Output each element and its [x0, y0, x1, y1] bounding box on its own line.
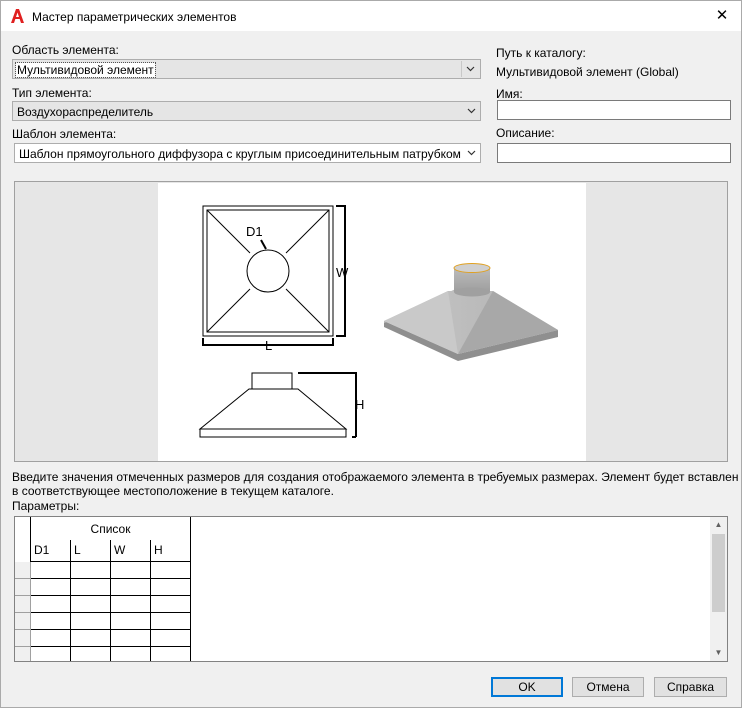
chevron-down-icon: [467, 150, 476, 156]
name-input[interactable]: [497, 100, 731, 120]
params-grid[interactable]: Список D1 L W H ▲ ▼: [14, 516, 728, 662]
grid-row-header[interactable]: [15, 630, 31, 647]
grid-cell[interactable]: [111, 596, 151, 613]
chevron-down-icon: [467, 108, 476, 114]
grid-cell[interactable]: [111, 562, 151, 579]
grid-cell[interactable]: [71, 562, 111, 579]
dialog-window: Мастер параметрических элементов ✕ Облас…: [0, 0, 742, 708]
grid-cell[interactable]: [151, 579, 191, 596]
grid-cell[interactable]: [31, 630, 71, 647]
grid-column-header[interactable]: H: [151, 540, 191, 562]
cancel-button[interactable]: Отмена: [572, 677, 644, 697]
catalog-path-value: Мультивидовой элемент (Global): [496, 65, 679, 79]
grid-row-header[interactable]: [15, 613, 31, 630]
grid-cell[interactable]: [111, 613, 151, 630]
ok-button[interactable]: OK: [491, 677, 563, 697]
instructions-line2: в соответствующее местоположение в текущ…: [12, 484, 334, 498]
template-select[interactable]: Шаблон прямоугольного диффузора с круглы…: [14, 143, 481, 163]
grid-cell[interactable]: [71, 647, 111, 661]
instructions-line1: Введите значения отмеченных размеров для…: [12, 470, 739, 484]
grid-cell[interactable]: [151, 647, 191, 661]
scroll-down-icon[interactable]: ▼: [710, 645, 727, 661]
close-icon[interactable]: ✕: [709, 5, 735, 27]
grid-cell[interactable]: [31, 562, 71, 579]
grid-cell[interactable]: [111, 579, 151, 596]
grid-cell[interactable]: [151, 562, 191, 579]
type-select-value: Воздухораспределитель: [17, 105, 154, 119]
help-button[interactable]: Справка: [654, 677, 727, 697]
diffuser-drawing: D1 W L H: [198, 205, 558, 438]
grid-row-header[interactable]: [15, 647, 31, 661]
autocad-a-icon: [11, 9, 24, 23]
vertical-scrollbar[interactable]: ▲ ▼: [710, 517, 727, 661]
params-label: Параметры:: [12, 499, 80, 513]
diffuser-3d-view: [384, 263, 558, 361]
grid-cell[interactable]: [111, 647, 151, 661]
scroll-up-icon[interactable]: ▲: [710, 517, 727, 533]
area-label: Область элемента:: [12, 43, 119, 57]
area-select-value: Мультивидовой элемент: [15, 62, 156, 78]
dim-w-label: W: [336, 265, 349, 280]
grid-cell[interactable]: [31, 579, 71, 596]
description-input[interactable]: [497, 143, 731, 163]
grid-column-header[interactable]: L: [71, 540, 111, 562]
grid-cell[interactable]: [111, 630, 151, 647]
name-label: Имя:: [496, 87, 523, 101]
window-title: Мастер параметрических элементов: [32, 10, 237, 24]
dim-d1-label: D1: [246, 224, 263, 239]
grid-corner: [15, 517, 31, 562]
type-select[interactable]: Воздухораспределитель: [12, 101, 481, 121]
grid-row-header[interactable]: [15, 596, 31, 613]
area-select[interactable]: Мультивидовой элемент: [12, 59, 481, 79]
grid-cell[interactable]: [31, 647, 71, 661]
catalog-path-label: Путь к каталогу:: [496, 46, 586, 60]
preview-panel: D1 W L H: [14, 181, 728, 462]
grid-cell[interactable]: [151, 630, 191, 647]
chevron-down-icon: [461, 61, 475, 77]
preview-image: D1 W L H: [158, 183, 586, 461]
grid-column-header[interactable]: D1: [31, 540, 71, 562]
grid-cell[interactable]: [71, 613, 111, 630]
type-label: Тип элемента:: [12, 86, 92, 100]
grid-row-header[interactable]: [15, 579, 31, 596]
scroll-thumb[interactable]: [712, 534, 725, 612]
title-bar: Мастер параметрических элементов ✕: [1, 1, 741, 31]
grid-row-header[interactable]: [15, 562, 31, 579]
dim-l-label: L: [265, 338, 272, 353]
grid-cell[interactable]: [151, 613, 191, 630]
grid-cell[interactable]: [31, 613, 71, 630]
dim-h-label: H: [355, 397, 364, 412]
template-select-value: Шаблон прямоугольного диффузора с круглы…: [19, 147, 461, 161]
template-label: Шаблон элемента:: [12, 127, 117, 141]
grid-cell[interactable]: [151, 596, 191, 613]
grid-cell[interactable]: [31, 596, 71, 613]
grid-cell[interactable]: [71, 596, 111, 613]
grid-cell[interactable]: [71, 630, 111, 647]
grid-column-header[interactable]: W: [111, 540, 151, 562]
description-label: Описание:: [496, 126, 555, 140]
grid-group-header: Список: [31, 517, 191, 540]
grid-cell[interactable]: [71, 579, 111, 596]
